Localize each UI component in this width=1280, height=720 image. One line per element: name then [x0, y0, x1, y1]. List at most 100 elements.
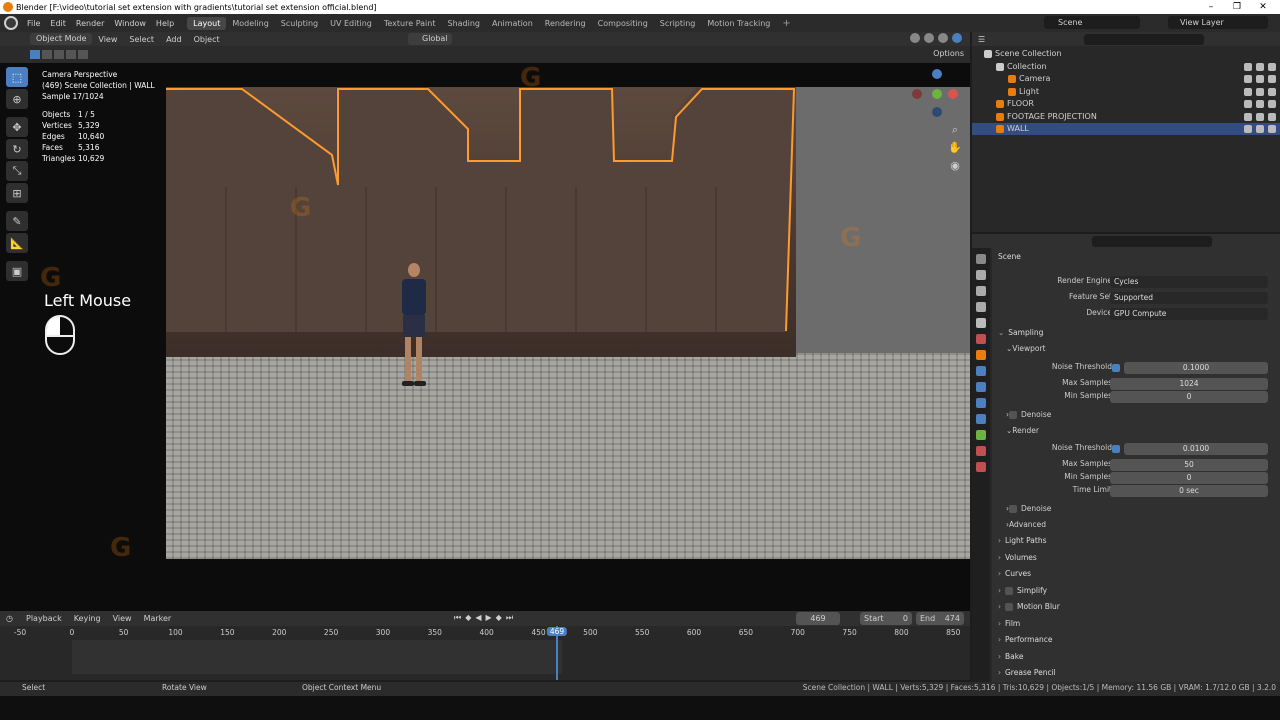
outliner-item[interactable]: Camera — [972, 73, 1280, 85]
world-tab-icon[interactable] — [976, 334, 986, 344]
zoom-icon[interactable]: ⌕ — [948, 123, 962, 137]
tab-motion-tracking[interactable]: Motion Tracking — [701, 17, 776, 30]
wireframe-shading-icon[interactable] — [910, 33, 920, 43]
output-tab-icon[interactable] — [976, 286, 986, 296]
render-denoise-header[interactable]: › Denoise — [1002, 502, 1280, 516]
scene-selector[interactable]: Scene — [1044, 16, 1140, 29]
menu-add[interactable]: Add — [160, 35, 188, 44]
properties-search-input[interactable] — [1092, 236, 1212, 247]
constraints-tab-icon[interactable] — [976, 414, 986, 424]
rotate-icon[interactable]: ↻ — [6, 139, 28, 159]
outliner-item[interactable]: FOOTAGE PROJECTION — [972, 111, 1280, 123]
menu-object[interactable]: Object — [188, 35, 226, 44]
tab-compositing[interactable]: Compositing — [592, 17, 654, 30]
camera-render-icon[interactable] — [1268, 112, 1276, 121]
render-subpanel-header[interactable]: ⌄Render — [1002, 424, 1280, 438]
x-axis-icon[interactable] — [948, 89, 958, 99]
visibility-toggles[interactable] — [1244, 75, 1276, 83]
feature-set-dropdown[interactable]: Supported — [1110, 292, 1268, 304]
menu-playback[interactable]: Playback — [20, 614, 68, 623]
visibility-toggles[interactable] — [1244, 112, 1276, 121]
maximize-button[interactable]: ❐ — [1224, 0, 1250, 14]
cursor-icon[interactable]: ⊕ — [6, 89, 28, 109]
viewport-subpanel-header[interactable]: ⌄Viewport — [1002, 342, 1280, 356]
visibility-toggles[interactable] — [1244, 125, 1276, 133]
select-subtract-icon[interactable] — [54, 50, 64, 59]
jump-end-icon[interactable]: ⏭ — [506, 613, 513, 623]
add-cube-icon[interactable]: ▣ — [6, 261, 28, 281]
tab-rendering[interactable]: Rendering — [539, 17, 592, 30]
select-toggle-icon[interactable] — [1244, 62, 1252, 71]
eye-icon[interactable] — [1256, 125, 1264, 133]
outliner-item[interactable]: Collection — [972, 61, 1280, 73]
render-time-limit-field[interactable]: 0 sec — [1110, 485, 1268, 497]
eye-icon[interactable] — [1256, 87, 1264, 96]
prev-keyframe-icon[interactable]: ◆ — [465, 613, 471, 623]
eye-icon[interactable] — [1256, 100, 1264, 108]
visibility-toggles[interactable] — [1244, 62, 1276, 71]
viewport-noise-threshold-field[interactable]: 0.1000 — [1124, 362, 1268, 374]
physics-tab-icon[interactable] — [976, 398, 986, 408]
current-frame-field[interactable]: 469 — [796, 612, 840, 625]
options-dropdown[interactable]: Options — [933, 49, 964, 58]
visibility-toggles[interactable] — [1244, 87, 1276, 96]
select-box-icon[interactable]: ⬚ — [6, 67, 28, 87]
eye-icon[interactable] — [1256, 112, 1264, 121]
material-shading-icon[interactable] — [938, 33, 948, 43]
tab-modeling[interactable]: Modeling — [226, 17, 274, 30]
pan-hand-icon[interactable]: ✋ — [948, 141, 962, 155]
editor-type-icon[interactable]: ◷ — [6, 614, 20, 623]
texture-tab-icon[interactable] — [976, 462, 986, 472]
eye-icon[interactable] — [1256, 62, 1264, 71]
panel-light-paths[interactable]: › Light Paths — [992, 534, 1280, 548]
advanced-subpanel-header[interactable]: ›Advanced — [1002, 518, 1280, 532]
rendered-shading-icon[interactable] — [952, 33, 962, 43]
tab-layout[interactable]: Layout — [187, 16, 227, 30]
panel-grease-pencil[interactable]: › Grease Pencil — [992, 666, 1280, 680]
playhead-frame-label[interactable]: 469 — [546, 627, 568, 636]
next-keyframe-icon[interactable]: ◆ — [496, 613, 502, 623]
select-intersect-icon[interactable] — [78, 50, 88, 59]
annotate-icon[interactable]: ✎ — [6, 211, 28, 231]
camera-render-icon[interactable] — [1268, 125, 1276, 133]
menu-render[interactable]: Render — [71, 19, 109, 28]
panel-bake[interactable]: › Bake — [992, 650, 1280, 664]
panel-curves[interactable]: › Curves — [992, 567, 1280, 581]
play-reverse-icon[interactable]: ◀ — [475, 613, 481, 623]
render-max-samples-field[interactable]: 50 — [1110, 459, 1268, 471]
particles-tab-icon[interactable] — [976, 382, 986, 392]
menu-keying[interactable]: Keying — [68, 614, 107, 623]
camera-view-icon[interactable]: ◉ — [948, 159, 962, 173]
modifier-tab-icon[interactable] — [976, 366, 986, 376]
select-toggle-icon[interactable] — [1244, 75, 1252, 83]
start-frame-field[interactable]: Start 0 — [860, 612, 912, 625]
tab-scripting[interactable]: Scripting — [654, 17, 702, 30]
camera-render-icon[interactable] — [1268, 100, 1276, 108]
object-mode-dropdown[interactable]: Object Mode — [30, 33, 93, 45]
camera-render-icon[interactable] — [1268, 62, 1276, 71]
viewport-min-samples-field[interactable]: 0 — [1110, 391, 1268, 403]
z-axis-icon[interactable] — [932, 69, 942, 79]
outliner-item[interactable]: Light — [972, 86, 1280, 98]
menu-timeline-view[interactable]: View — [107, 614, 138, 623]
menu-file[interactable]: File — [22, 19, 45, 28]
view-layer-tab-icon[interactable] — [976, 302, 986, 312]
render-noise-threshold-checkbox[interactable] — [1112, 445, 1120, 453]
outliner-item[interactable]: WALL — [972, 123, 1280, 135]
view-layer-selector[interactable]: View Layer — [1168, 16, 1268, 29]
menu-view[interactable]: View — [92, 35, 123, 44]
viewport-denoise-header[interactable]: › Denoise — [1002, 408, 1280, 422]
select-set-icon[interactable] — [30, 50, 40, 59]
outliner-editor[interactable]: ☰ Scene Collection Collection Camera Light F… — [972, 32, 1280, 232]
select-toggle-icon[interactable] — [1244, 125, 1252, 133]
outliner-item[interactable]: Scene Collection — [972, 48, 1280, 60]
panel-motion-blur[interactable]: › Motion Blur — [992, 600, 1280, 614]
eye-icon[interactable] — [1256, 75, 1264, 83]
render-engine-dropdown[interactable]: Cycles — [1110, 276, 1268, 288]
select-toggle-icon[interactable] — [1244, 87, 1252, 96]
data-tab-icon[interactable] — [976, 430, 986, 440]
panel-volumes[interactable]: › Volumes — [992, 551, 1280, 565]
menu-marker[interactable]: Marker — [138, 614, 178, 623]
timeline-editor[interactable]: -50 0 50 100 150 200 250 300 350 400 450 500 550 600 6… — [0, 626, 970, 680]
noise-threshold-checkbox[interactable] — [1112, 364, 1120, 372]
